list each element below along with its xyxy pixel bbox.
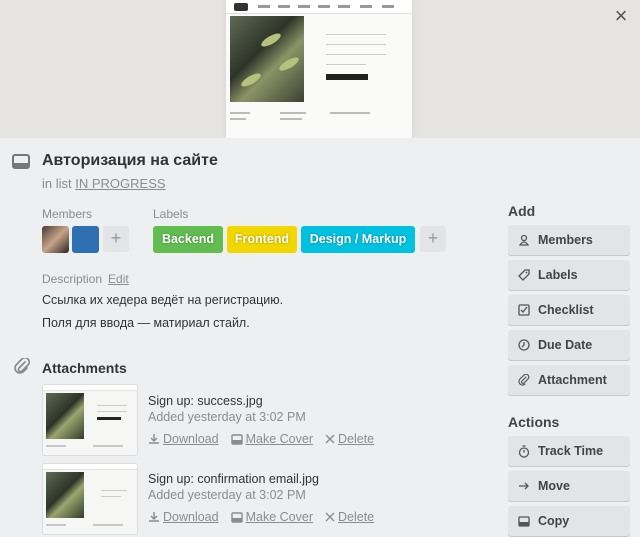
close-icon [325,434,335,444]
in-list-text: in list IN PROGRESS [42,176,166,191]
make-cover-button[interactable]: Make Cover [230,510,313,524]
add-member-button[interactable]: + [103,226,129,252]
attachment-thumbnail[interactable] [42,384,138,456]
clock-icon [518,339,530,351]
description-label: Description [42,272,103,286]
download-icon [149,434,159,444]
person-icon [518,234,530,246]
close-icon [325,512,335,522]
delete-label: Delete [337,510,375,524]
arrow-right-icon [519,482,529,490]
attachment-name[interactable]: Sign up: confirmation email.jpg [148,472,319,486]
paperclip-icon [518,374,530,386]
attachment-date: Added yesterday at 3:02 PM [148,410,306,424]
card-title[interactable]: Авторизация на сайте [42,152,218,170]
add-members-button[interactable]: Members [508,225,630,255]
avatar[interactable] [42,226,69,253]
download-button[interactable]: Download [148,432,219,446]
description-line: Поля для ввода — матириал стайл. [42,316,250,330]
stopwatch-icon [518,444,530,458]
tag-icon [518,269,530,281]
paperclip-icon [14,356,31,381]
card-icon [518,515,530,527]
delete-button[interactable]: Delete [325,510,374,524]
description-heading: Description Edit [42,272,129,286]
add-attachment-label: Attachment [538,373,607,387]
move-label: Move [538,479,570,493]
card-icon [230,511,243,523]
avatar[interactable] [72,226,99,253]
add-checklist-button[interactable]: Checklist [508,295,630,325]
download-icon [149,512,159,522]
labels-label: Labels [153,207,189,221]
add-due-date-button[interactable]: Due Date [508,330,630,360]
label-frontend[interactable]: Frontend [227,226,297,253]
attachment-date: Added yesterday at 3:02 PM [148,488,306,502]
track-time-label: Track Time [538,444,604,458]
download-label: Download [163,510,219,524]
attachment-thumbnail[interactable] [42,463,138,535]
list-name-link[interactable]: IN PROGRESS [75,176,165,191]
label-design-markup[interactable]: Design / Markup [301,226,415,253]
add-members-label: Members [538,233,593,247]
download-label: Download [163,432,219,446]
track-time-button[interactable]: Track Time [508,436,630,466]
move-button[interactable]: Move [508,471,630,501]
copy-label: Copy [538,514,570,528]
download-button[interactable]: Download [148,510,219,524]
actions-section-title: Actions [508,414,560,430]
card-icon [12,154,30,175]
in-list-prefix: in list [42,176,72,191]
attachment-name[interactable]: Sign up: success.jpg [148,394,263,408]
attachment-actions: Download Make Cover Delete [148,510,374,524]
make-cover-label: Make Cover [245,432,313,446]
card-icon [230,433,243,445]
add-checklist-label: Checklist [538,303,594,317]
members-label: Members [42,207,93,221]
card-cover: × [0,0,640,138]
attachments-title: Attachments [42,360,127,376]
description-edit-link[interactable]: Edit [108,272,129,286]
checkbox-icon [518,304,530,316]
cover-screenshot-image [226,0,412,138]
description-line: Ссылка их хедера ведёт на регистрацию. [42,293,284,307]
add-attachment-button[interactable]: Attachment [508,365,630,395]
make-cover-button[interactable]: Make Cover [230,432,313,446]
label-backend[interactable]: Backend [153,226,223,253]
close-button[interactable]: × [610,5,632,28]
add-label-button[interactable]: + [420,226,446,252]
add-section-title: Add [508,203,536,219]
add-labels-button[interactable]: Labels [508,260,630,290]
add-labels-label: Labels [538,268,578,282]
delete-label: Delete [337,432,375,446]
add-due-date-label: Due Date [538,338,593,352]
attachment-actions: Download Make Cover Delete [148,432,374,446]
copy-button[interactable]: Copy [508,506,630,536]
delete-button[interactable]: Delete [325,432,374,446]
make-cover-label: Make Cover [245,510,313,524]
